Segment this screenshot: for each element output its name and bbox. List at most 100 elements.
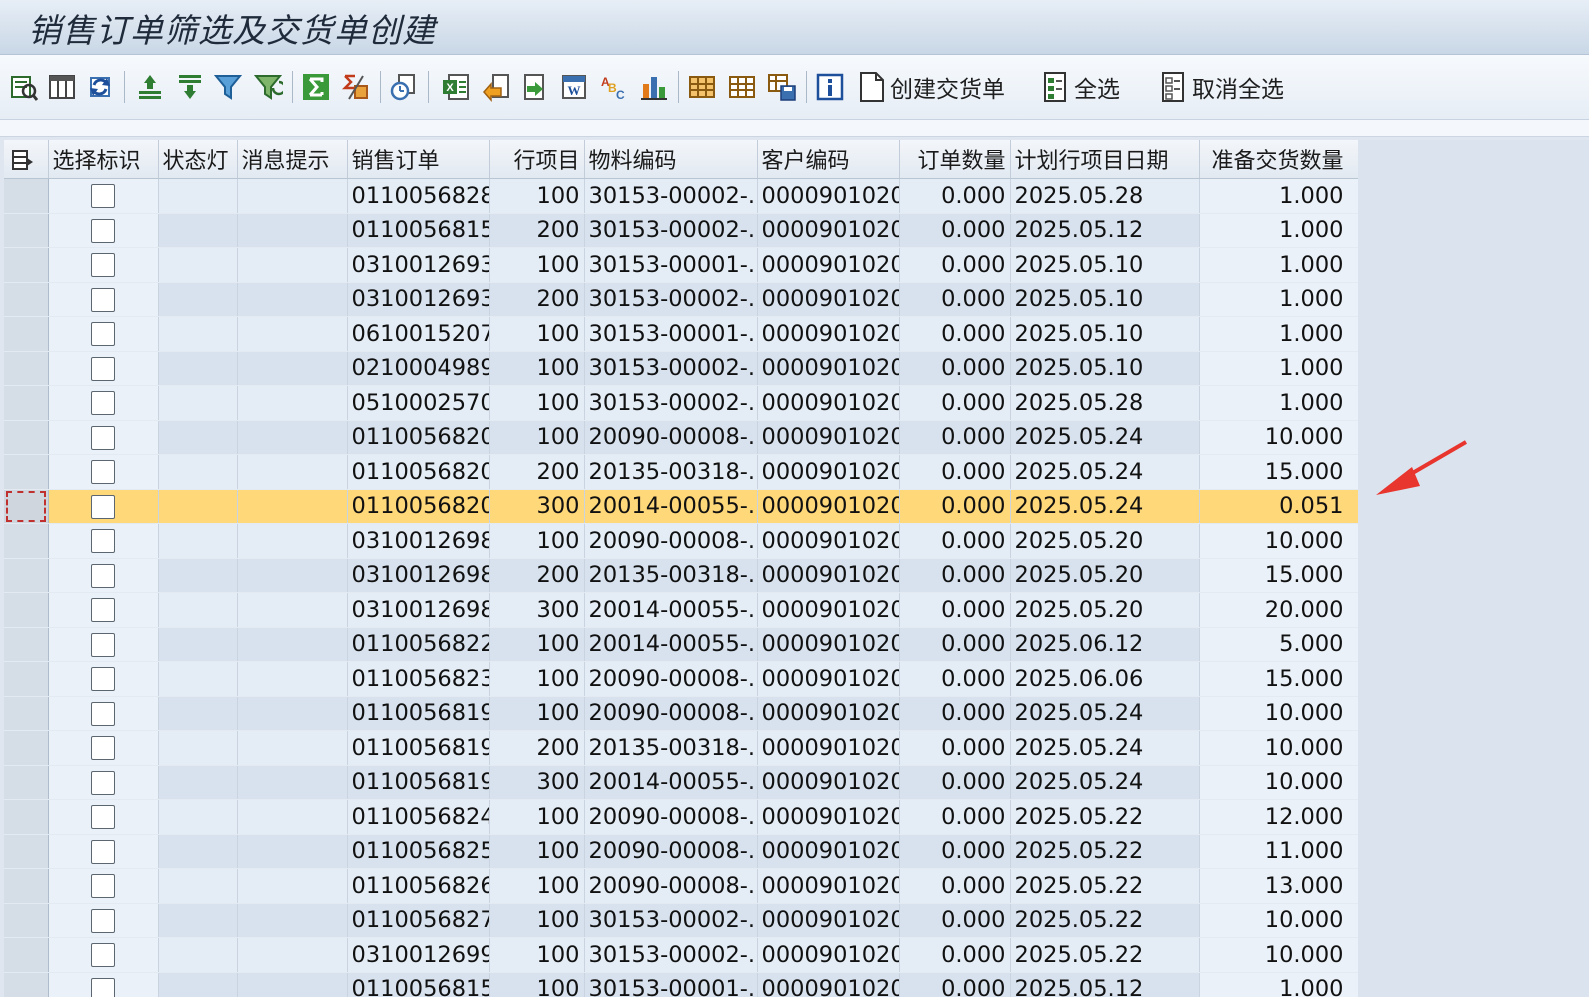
filter-icon[interactable] xyxy=(212,71,244,103)
select-checkbox[interactable] xyxy=(91,943,115,968)
print-icon[interactable] xyxy=(388,71,420,103)
row-selector[interactable] xyxy=(4,799,49,835)
select-checkbox[interactable] xyxy=(91,770,115,795)
table-row[interactable]: 0310012698 300 20014-00055-... 0000901020 0.… xyxy=(4,592,1358,628)
row-selector[interactable] xyxy=(4,558,49,593)
table-row[interactable]: 0110056827 100 30153-00002-... 0000901020 0.… xyxy=(4,903,1358,938)
table-row[interactable]: 0110056819 100 20090-00008-... 0000901020 0.… xyxy=(4,696,1358,731)
col-header-select-mark[interactable]: 选择标识 xyxy=(48,140,159,179)
select-checkbox[interactable] xyxy=(91,805,115,830)
table-row[interactable]: 0310012699 100 30153-00002-... 0000901020 0.… xyxy=(4,937,1358,973)
row-selector[interactable] xyxy=(4,696,49,731)
select-checkbox[interactable] xyxy=(91,529,115,554)
download-icon[interactable] xyxy=(518,71,550,103)
table-row-selected[interactable]: 0110056820 300 20014-00055-... 0000901020 0.… xyxy=(4,489,1358,524)
row-selector[interactable] xyxy=(4,765,49,800)
change-layout-icon[interactable] xyxy=(686,71,718,103)
refresh-icon[interactable] xyxy=(84,71,116,103)
row-selector[interactable] xyxy=(4,489,49,524)
row-selector[interactable] xyxy=(4,937,49,973)
row-selector[interactable] xyxy=(4,627,49,662)
row-selector[interactable] xyxy=(4,592,49,628)
row-selector[interactable] xyxy=(4,903,49,938)
table-row[interactable]: 0110056828 100 30153-00002-... 0000901020 0.… xyxy=(4,178,1358,214)
table-row[interactable]: 0110056823 100 20090-00008-... 0000901020 0.… xyxy=(4,661,1358,697)
table-row[interactable]: 0110056824 100 20090-00008-... 0000901020 0.… xyxy=(4,799,1358,835)
table-row[interactable]: 0110056825 100 20090-00008-... 0000901020 0.… xyxy=(4,834,1358,869)
col-header-status-light[interactable]: 状态灯 xyxy=(158,140,238,179)
select-checkbox[interactable] xyxy=(91,839,115,864)
select-checkbox[interactable] xyxy=(91,460,115,485)
row-selector[interactable] xyxy=(4,661,49,697)
select-checkbox[interactable] xyxy=(91,184,115,209)
save-layout-icon[interactable] xyxy=(766,71,798,103)
graphic-icon[interactable] xyxy=(638,71,670,103)
row-selector[interactable] xyxy=(4,351,49,386)
table-row[interactable]: 0310012698 200 20135-00318-... 0000901020 0.… xyxy=(4,558,1358,593)
abc-analysis-icon[interactable]: ABC xyxy=(598,71,630,103)
select-checkbox[interactable] xyxy=(91,874,115,899)
col-header-customer[interactable]: 客户编码 xyxy=(757,140,900,179)
select-checkbox[interactable] xyxy=(91,908,115,933)
export-excel-icon[interactable]: X xyxy=(440,71,472,103)
deselect-all-button[interactable]: 取消全选 xyxy=(1160,69,1284,105)
table-row[interactable]: 0110056820 100 20090-00008-... 0000901020 0.… xyxy=(4,420,1358,455)
select-checkbox[interactable] xyxy=(91,598,115,623)
select-all-button[interactable]: 全选 xyxy=(1042,69,1120,105)
select-checkbox[interactable] xyxy=(91,563,115,588)
row-selector[interactable] xyxy=(4,972,49,997)
select-all-rows-header[interactable] xyxy=(4,140,49,179)
row-selector[interactable] xyxy=(4,282,49,317)
select-checkbox[interactable] xyxy=(91,218,115,243)
row-selector[interactable] xyxy=(4,454,49,490)
table-row[interactable]: 0110056819 300 20014-00055-... 0000901020 0.… xyxy=(4,765,1358,800)
table-row[interactable]: 0210004989 100 30153-00002-... 0000901020 0.… xyxy=(4,351,1358,386)
table-row[interactable]: 0110056815 200 30153-00002-... 0000901020 0.… xyxy=(4,213,1358,248)
row-selector[interactable] xyxy=(4,213,49,248)
col-header-message[interactable]: 消息提示 xyxy=(237,140,348,179)
table-row[interactable]: 0510002570 100 30153-00002-... 0000901020 0.… xyxy=(4,385,1358,421)
table-row[interactable]: 0310012693 100 30153-00001-... 0000901020 0.… xyxy=(4,247,1358,283)
col-header-schedule-date[interactable]: 计划行项目日期 xyxy=(1010,140,1200,179)
table-row[interactable]: 0310012693 200 30153-00002-... 0000901020 0.… xyxy=(4,282,1358,317)
layout-icon[interactable] xyxy=(46,71,78,103)
sort-asc-icon[interactable] xyxy=(134,71,166,103)
word-icon[interactable]: W xyxy=(558,71,590,103)
table-row[interactable]: 0110056819 200 20135-00318-... 0000901020 0.… xyxy=(4,730,1358,766)
table-row[interactable]: 0610015207 100 30153-00001-... 0000901020 0.… xyxy=(4,316,1358,352)
grid-settings-icon[interactable] xyxy=(10,147,34,172)
select-checkbox[interactable] xyxy=(91,322,115,347)
row-selector[interactable] xyxy=(4,247,49,283)
table-row[interactable]: 0110056826 100 20090-00008-... 0000901020 0.… xyxy=(4,868,1358,904)
col-header-material[interactable]: 物料编码 xyxy=(584,140,758,179)
select-checkbox[interactable] xyxy=(91,736,115,761)
info-icon[interactable] xyxy=(814,71,846,103)
row-selector[interactable] xyxy=(4,868,49,904)
delete-filter-icon[interactable] xyxy=(252,71,284,103)
row-selector[interactable] xyxy=(4,523,49,559)
select-checkbox[interactable] xyxy=(91,977,115,997)
sort-desc-icon[interactable] xyxy=(174,71,206,103)
local-file-icon[interactable] xyxy=(480,71,512,103)
row-selector[interactable] xyxy=(4,385,49,421)
row-selector[interactable] xyxy=(4,316,49,352)
col-header-order-qty[interactable]: 订单数量 xyxy=(899,140,1011,179)
select-checkbox[interactable] xyxy=(91,494,115,519)
table-row[interactable]: 0110056822 100 20014-00055-... 0000901020 0.… xyxy=(4,627,1358,662)
select-checkbox[interactable] xyxy=(91,667,115,692)
col-header-sales-order[interactable]: 销售订单 xyxy=(347,140,490,179)
table-row[interactable]: 0110056820 200 20135-00318-... 0000901020 0.… xyxy=(4,454,1358,490)
row-selector[interactable] xyxy=(4,420,49,455)
create-delivery-button[interactable]: 创建交货单 xyxy=(858,69,1005,105)
row-selector[interactable] xyxy=(4,178,49,214)
table-row[interactable]: 0110056815 100 30153-00001-... 0000901020 0.… xyxy=(4,972,1358,997)
table-row[interactable]: 0310012698 100 20090-00008-... 0000901020 0.… xyxy=(4,523,1358,559)
select-checkbox[interactable] xyxy=(91,425,115,450)
select-checkbox[interactable] xyxy=(91,287,115,312)
select-checkbox[interactable] xyxy=(91,391,115,416)
sum-icon[interactable] xyxy=(300,71,332,103)
subtotal-icon[interactable] xyxy=(340,71,372,103)
select-checkbox[interactable] xyxy=(91,253,115,278)
row-selector[interactable] xyxy=(4,730,49,766)
select-checkbox[interactable] xyxy=(91,632,115,657)
